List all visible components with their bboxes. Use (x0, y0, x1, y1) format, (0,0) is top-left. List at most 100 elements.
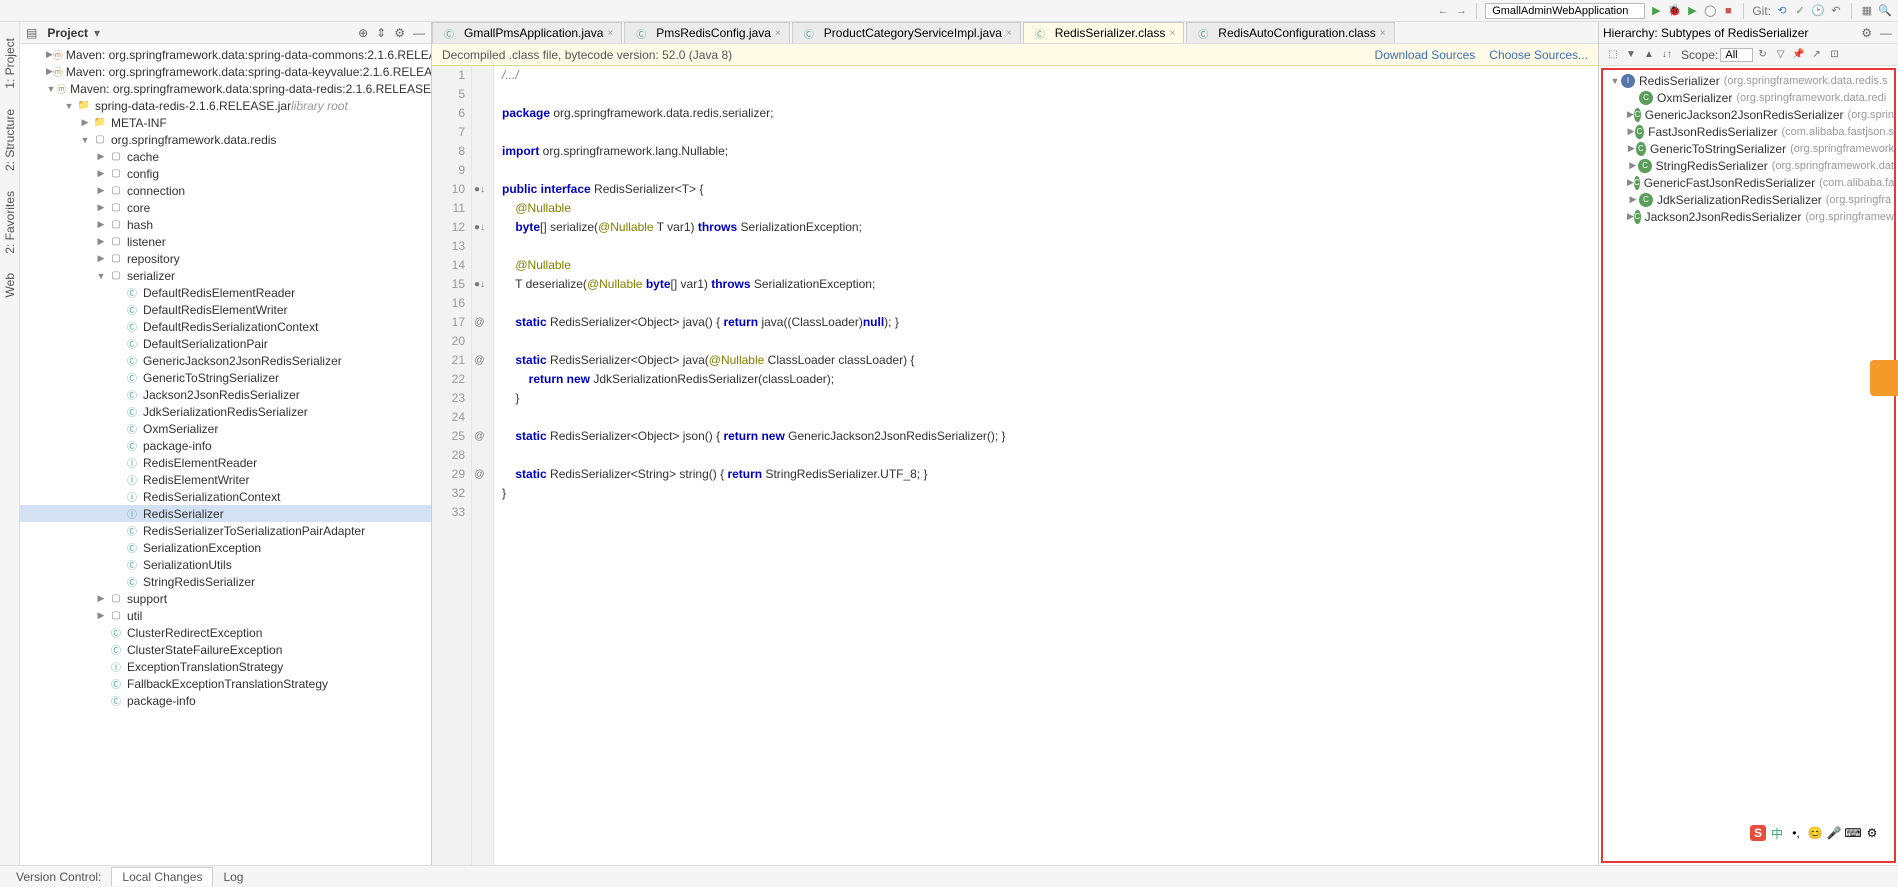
tree-item[interactable]: ⒾExceptionTranslationStrategy (20, 658, 431, 675)
tree-item[interactable]: ⒸRedisSerializerToSerializationPairAdapt… (20, 522, 431, 539)
class-hier-icon[interactable]: ⬚ (1605, 47, 1621, 63)
close-icon[interactable]: × (1006, 28, 1012, 39)
hierarchy-tree[interactable]: ▼IRedisSerializer(org.springframework.da… (1601, 68, 1896, 863)
tree-item[interactable]: ▼▢serializer (20, 267, 431, 284)
dropdown-icon[interactable]: ▾ (92, 26, 102, 40)
target-icon[interactable]: ⊕ (356, 26, 370, 40)
tree-item[interactable]: ⒸJackson2JsonRedisSerializer (20, 386, 431, 403)
hierarchy-item[interactable]: ▶CJdkSerializationRedisSerializer(org.sp… (1603, 191, 1894, 208)
hierarchy-item[interactable]: ▶CJackson2JsonRedisSerializer(org.spring… (1603, 208, 1894, 225)
tree-item[interactable]: ⒾRedisElementReader (20, 454, 431, 471)
version-control-tab[interactable]: Version Control: (6, 868, 111, 886)
close-icon[interactable]: × (775, 28, 781, 39)
choose-sources-link[interactable]: Choose Sources... (1489, 48, 1588, 62)
tree-item[interactable]: ▶▢listener (20, 233, 431, 250)
pin-icon[interactable]: 📌 (1791, 47, 1807, 63)
git-revert-icon[interactable]: ↶ (1829, 4, 1843, 18)
tree-item[interactable]: ⒸFallbackExceptionTranslationStrategy (20, 675, 431, 692)
hierarchy-item[interactable]: ▶CGenericFastJsonRedisSerializer(com.ali… (1603, 174, 1894, 191)
scope-combo[interactable]: All (1720, 48, 1752, 62)
super-hier-icon[interactable]: ▼ (1623, 47, 1639, 63)
ime-emoji-icon[interactable]: 😊 (1807, 825, 1823, 841)
profile-icon[interactable]: ◯ (1703, 4, 1717, 18)
autoscroll-icon[interactable]: ▽ (1773, 47, 1789, 63)
structure-icon[interactable]: ▦ (1860, 4, 1874, 18)
tree-item[interactable]: ⒸStringRedisSerializer (20, 573, 431, 590)
close-icon[interactable]: × (1169, 28, 1175, 39)
tree-item[interactable]: ▶▢repository (20, 250, 431, 267)
tool-structure[interactable]: 2: Structure (3, 109, 17, 171)
close-hier-icon[interactable]: ⊡ (1827, 47, 1843, 63)
tree-item[interactable]: ⒾRedisElementWriter (20, 471, 431, 488)
git-commit-icon[interactable]: ✓ (1793, 4, 1807, 18)
hierarchy-item[interactable]: ▶CFastJsonRedisSerializer(com.alibaba.fa… (1603, 123, 1894, 140)
tree-item[interactable]: ▼📁spring-data-redis-2.1.6.RELEASE.jar li… (20, 97, 431, 114)
tree-item[interactable]: ⒸClusterRedirectException (20, 624, 431, 641)
tree-item[interactable]: ⒸDefaultRedisSerializationContext (20, 318, 431, 335)
tree-item[interactable]: ▼ⓜMaven: org.springframework.data:spring… (20, 80, 431, 97)
tree-item[interactable]: Ⓒpackage-info (20, 437, 431, 454)
project-view-icon[interactable]: ▤ (24, 26, 39, 40)
ime-mic-icon[interactable]: 🎤 (1826, 825, 1842, 841)
stop-icon[interactable]: ■ (1721, 4, 1735, 18)
git-update-icon[interactable]: ⟲ (1775, 4, 1789, 18)
local-changes-tab[interactable]: Local Changes (111, 867, 213, 886)
tree-item[interactable]: ⒸDefaultRedisElementWriter (20, 301, 431, 318)
tree-item[interactable]: ⒸDefaultRedisElementReader (20, 284, 431, 301)
run-config-combo[interactable]: GmallAdminWebApplication (1485, 3, 1645, 19)
tree-item[interactable]: ▶📁META-INF (20, 114, 431, 131)
tree-item[interactable]: ▶▢cache (20, 148, 431, 165)
tree-item[interactable]: ▶▢hash (20, 216, 431, 233)
ime-lang-icon[interactable]: 中 (1769, 825, 1785, 841)
ime-settings-icon[interactable]: ⚙ (1864, 825, 1880, 841)
hier-hide-icon[interactable]: — (1878, 26, 1894, 40)
forward-icon[interactable]: → (1454, 4, 1468, 18)
editor-tab[interactable]: ⒸRedisSerializer.class× (1023, 22, 1185, 43)
tree-item[interactable]: ▶▢core (20, 199, 431, 216)
coverage-icon[interactable]: ▶ (1685, 4, 1699, 18)
hierarchy-item[interactable]: ▶CStringRedisSerializer(org.springframew… (1603, 157, 1894, 174)
tree-item[interactable]: ⒸSerializationUtils (20, 556, 431, 573)
tool-web[interactable]: Web (3, 273, 17, 297)
close-icon[interactable]: × (1380, 28, 1386, 39)
sub-hier-icon[interactable]: ▲ (1641, 47, 1657, 63)
collapse-icon[interactable]: ⇕ (374, 26, 388, 40)
debug-icon[interactable]: 🐞 (1667, 4, 1681, 18)
tree-item[interactable]: ⒸGenericToStringSerializer (20, 369, 431, 386)
tree-item[interactable]: ⒾRedisSerializer (20, 505, 431, 522)
ime-keyboard-icon[interactable]: ⌨ (1845, 825, 1861, 841)
refresh-icon[interactable]: ↻ (1755, 47, 1771, 63)
ide-notification-badge[interactable] (1870, 360, 1898, 396)
tree-item[interactable]: ▶ⓜMaven: org.springframework.data:spring… (20, 46, 431, 63)
tree-item[interactable]: ▶▢util (20, 607, 431, 624)
tree-item[interactable]: ⒸSerializationException (20, 539, 431, 556)
search-icon[interactable]: 🔍 (1878, 4, 1892, 18)
editor-tab[interactable]: ⒸGmallPmsApplication.java× (432, 22, 622, 43)
tree-item[interactable]: ▼▢org.springframework.data.redis (20, 131, 431, 148)
tree-item[interactable]: ⒸJdkSerializationRedisSerializer (20, 403, 431, 420)
editor-tab[interactable]: ⒸRedisAutoConfiguration.class× (1186, 22, 1394, 43)
tree-item[interactable]: ▶ⓜMaven: org.springframework.data:spring… (20, 63, 431, 80)
tree-item[interactable]: ⒸDefaultSerializationPair (20, 335, 431, 352)
tree-item[interactable]: ⒾRedisSerializationContext (20, 488, 431, 505)
tree-item[interactable]: ⒸClusterStateFailureException (20, 641, 431, 658)
hierarchy-item[interactable]: ▼IRedisSerializer(org.springframework.da… (1603, 72, 1894, 89)
tree-item[interactable]: ⒸGenericJackson2JsonRedisSerializer (20, 352, 431, 369)
export-icon[interactable]: ↗ (1809, 47, 1825, 63)
hide-icon[interactable]: — (411, 26, 427, 40)
code-editor[interactable]: 1567891011121314151617202122232425282932… (432, 66, 1598, 865)
git-history-icon[interactable]: 🕑 (1811, 4, 1825, 18)
ime-punct-icon[interactable]: •, (1788, 825, 1804, 841)
tree-item[interactable]: ▶▢config (20, 165, 431, 182)
tool-favorites[interactable]: 2: Favorites (3, 191, 17, 254)
close-icon[interactable]: × (607, 28, 613, 39)
log-tab[interactable]: Log (213, 868, 253, 886)
editor-tab[interactable]: ⒸProductCategoryServiceImpl.java× (792, 22, 1021, 43)
sogou-icon[interactable]: S (1750, 825, 1766, 841)
tree-item[interactable]: ⒸOxmSerializer (20, 420, 431, 437)
hierarchy-item[interactable]: COxmSerializer(org.springframework.data.… (1603, 89, 1894, 106)
run-icon[interactable]: ▶ (1649, 4, 1663, 18)
tree-item[interactable]: ▶▢connection (20, 182, 431, 199)
tree-item[interactable]: Ⓒpackage-info (20, 692, 431, 709)
project-tree[interactable]: ▶ⓜMaven: org.springframework.data:spring… (20, 44, 431, 865)
